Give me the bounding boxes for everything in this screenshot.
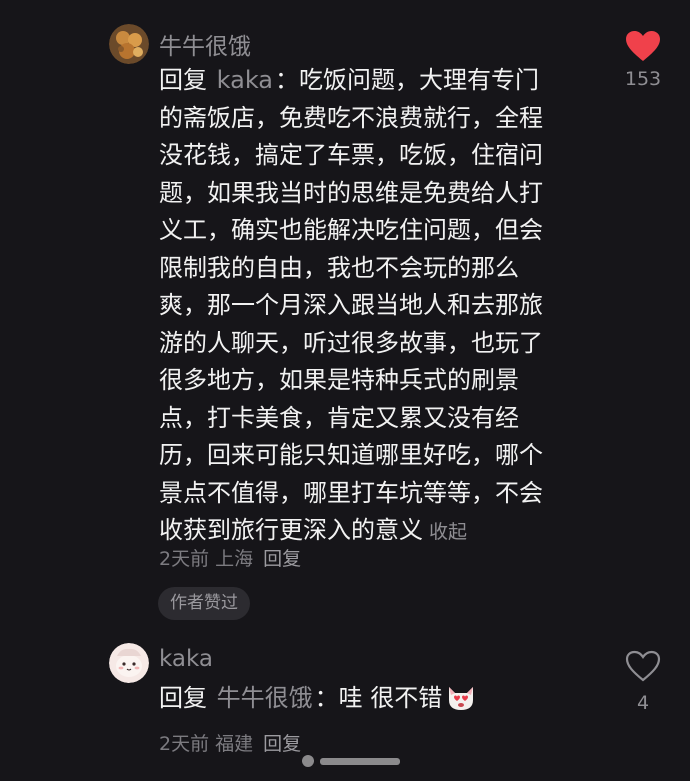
reply-target-username[interactable]: 牛牛很饿 [217,684,313,712]
comment-body: 回复 牛牛很饿：哇 很不错 [159,680,599,723]
comment-text-line: 限制我的自由，我也不会玩的那么 [159,253,519,282]
comment-meta: 2天前 上海 回复 [159,544,307,571]
comment-text-line: 点，打卡美食，肯定又累又没有经 [159,403,519,432]
reply-prefix: 回复 [159,684,207,712]
comment-item: kaka 回复 牛牛很饿：哇 很不错 2天前 福建 回复 4 [0,0,690,755]
comment-username[interactable]: kaka [159,646,213,672]
comment-text: 哇 很不错 [338,684,443,712]
comment-meta: 2天前 福建 回复 [159,729,307,756]
comment-screen: 牛牛很饿 回复 kaka：吃饭问题，大理有专门 的斋饭店，免费吃不浪费就行，全程… [0,0,690,781]
comment-text-line: 游的人聊天，听过很多故事，也玩了 [159,328,543,357]
like-count: 4 [636,692,650,714]
comment-text-line: 题，如果我当时的思维是免费给人打 [159,178,543,207]
comment-text-line: 景点不值得，哪里打车坑等等，不会 [159,478,543,507]
heart-eyes-cat-icon [446,683,476,723]
comment-time: 2天前 [159,548,210,570]
comment-text-line: 很多地方，如果是特种兵式的刷景 [159,366,519,394]
watermark-logo-icon [302,755,400,767]
like-button[interactable]: 4 [618,650,668,714]
comment-location: 上海 [215,548,254,570]
reply-button[interactable]: 回复 [263,733,301,755]
collapse-button[interactable]: 收起 [429,521,467,543]
reply-colon: ： [314,684,339,712]
comment-text-line: 义工，确实也能解决吃住问题，但会 [159,216,543,244]
comment-text-line: 没花钱，搞定了车票，吃饭，住宿问 [159,141,543,169]
comment-text-line: 爽，那一个月深入跟当地人和去那旅 [159,291,543,319]
heart-outline-icon [625,650,661,682]
comment-time: 2天前 [159,733,210,755]
author-liked-badge: 作者赞过 [158,587,250,620]
cartoon-avatar-icon[interactable] [109,643,149,683]
reply-button[interactable]: 回复 [263,548,301,570]
comment-text-line: 历，回来可能只知道哪里好吃，哪个 [159,441,543,469]
comment-location: 福建 [215,733,254,755]
comment-text-line: 收获到旅行更深入的意义 [159,516,423,544]
